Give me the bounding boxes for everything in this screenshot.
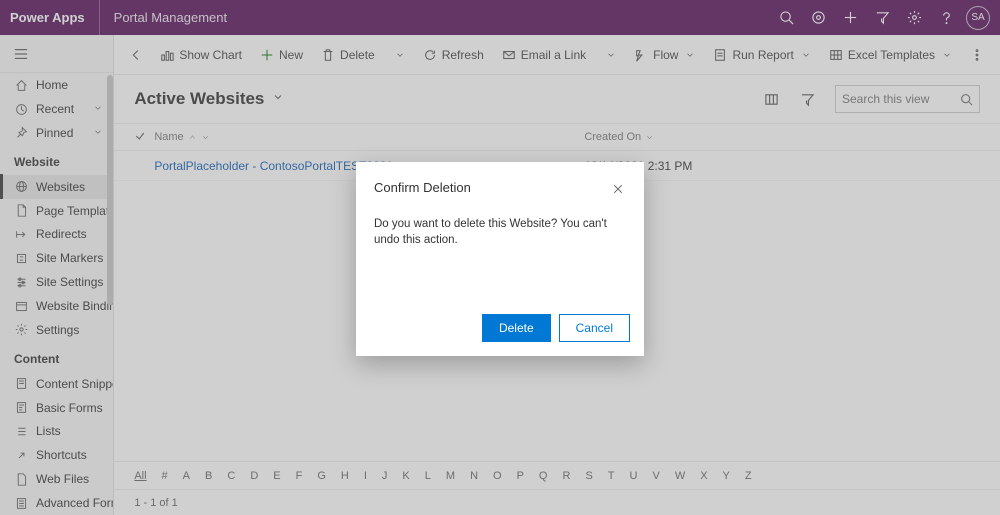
- dialog-message: Do you want to delete this Website? You …: [356, 202, 644, 262]
- confirm-deletion-dialog: Confirm Deletion Do you want to delete t…: [356, 162, 644, 356]
- dialog-close-button[interactable]: [610, 180, 626, 202]
- dialog-cancel-button[interactable]: Cancel: [559, 314, 630, 342]
- dialog-delete-button[interactable]: Delete: [482, 314, 551, 342]
- dialog-title: Confirm Deletion: [374, 180, 471, 195]
- close-icon: [612, 183, 624, 195]
